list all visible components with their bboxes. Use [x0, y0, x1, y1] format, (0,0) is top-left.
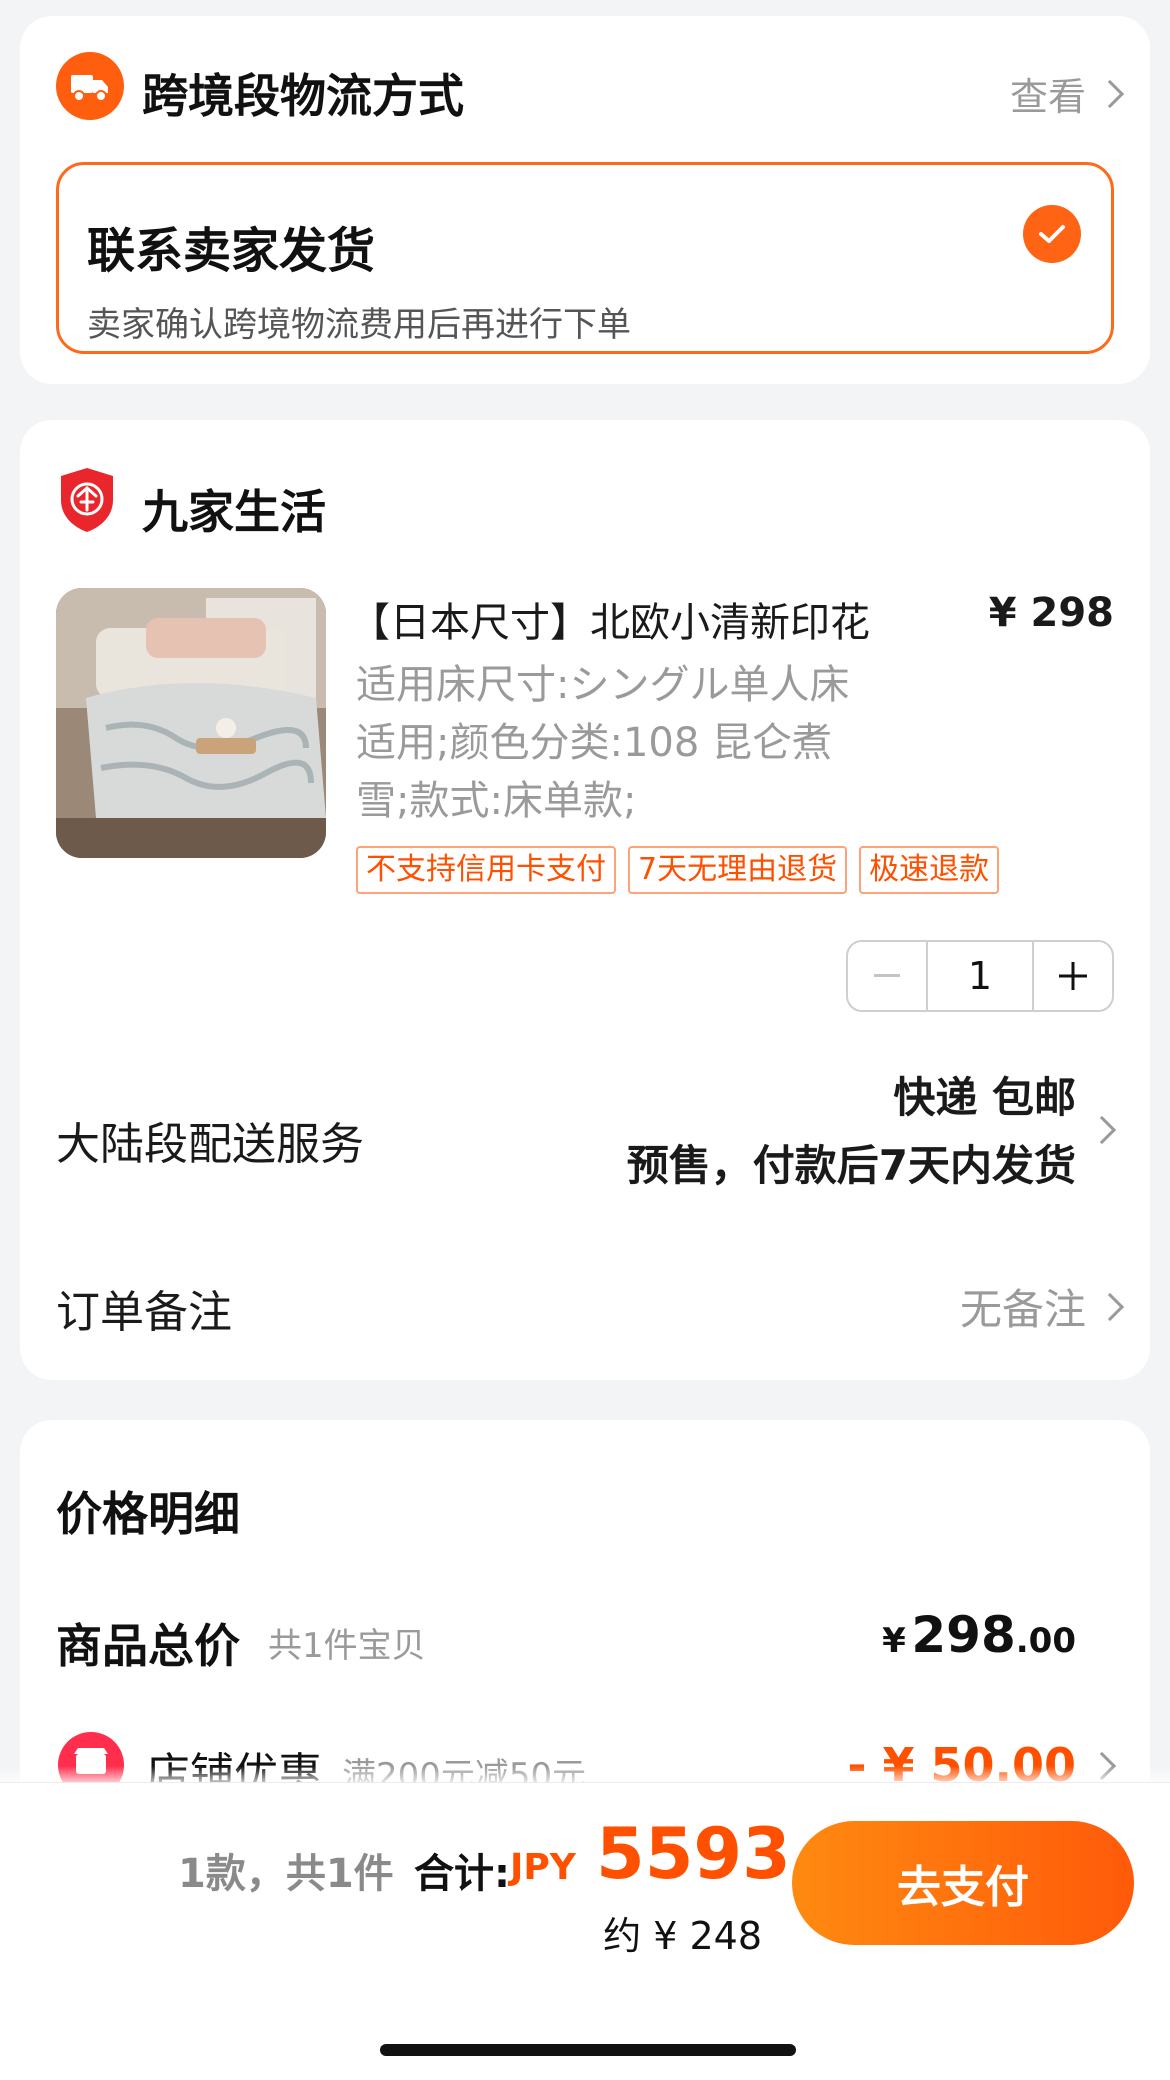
decrease-button[interactable]: [848, 942, 926, 1010]
subtotal-integer: 298: [911, 1606, 1016, 1664]
item-count: 1款，共1件: [178, 1851, 394, 1897]
subtotal-label: 商品总价: [56, 1619, 240, 1673]
home-indicator[interactable]: [380, 2044, 796, 2056]
subtotal-amount: ¥ 298.00: [882, 1606, 1076, 1664]
chevron-right-icon: [1095, 79, 1125, 108]
tag-fast-refund: 极速退款: [859, 846, 1000, 894]
view-logistics-link[interactable]: 查看: [1009, 66, 1125, 121]
subtotal-count: 共1件宝贝: [268, 1626, 426, 1666]
logistics-title: 跨境段物流方式: [142, 69, 464, 123]
quantity-stepper: 1: [846, 940, 1114, 1012]
approx-amount: 约 ¥ 248: [603, 1914, 762, 1958]
order-note-value: 无备注: [959, 1285, 1086, 1334]
tag-7-day-return: 7天无理由退货: [628, 846, 848, 894]
subtotal-decimal: .00: [1015, 1621, 1076, 1661]
sku-line-2: 适用;颜色分类:108 昆仑煮: [356, 720, 833, 766]
delivery-line-1: 快递 包邮: [893, 1073, 1076, 1122]
shop-name[interactable]: 九家生活: [142, 476, 326, 542]
checkout-bar: 1款，共1件 合计: JPY 5593 约 ¥ 248 去支付: [0, 1782, 1170, 2080]
option-title: 联系卖家发货: [87, 223, 376, 279]
price-detail-card: 价格明细 商品总价 共1件宝贝 ¥ 298.00 店铺优惠 满200元减50元 …: [20, 1420, 1150, 1820]
check-icon: [1023, 205, 1081, 263]
contact-seller-option[interactable]: 联系卖家发货 卖家确认跨境物流费用后再进行下单: [56, 162, 1114, 354]
product-image[interactable]: [56, 588, 326, 858]
total-amount: 5593: [596, 1813, 791, 1895]
delivery-label: 大陆段配送服务: [56, 1119, 364, 1170]
increase-button[interactable]: [1034, 942, 1112, 1010]
total-currency: JPY: [510, 1847, 576, 1888]
delivery-line-2: 预售，付款后7天内发货: [626, 1141, 1076, 1190]
view-label: 查看: [1009, 75, 1086, 119]
product-sku[interactable]: 适用床尺寸:シングル单人床 适用;颜色分类:108 昆仑煮 雪;款式:床单款;: [356, 656, 916, 830]
sku-line-1: 适用床尺寸:シングル单人床: [356, 662, 850, 708]
pay-button[interactable]: 去支付: [792, 1821, 1134, 1945]
order-note-label: 订单备注: [56, 1287, 232, 1338]
service-tags: 不支持信用卡支付 7天无理由退货 极速退款: [356, 846, 1000, 894]
sku-line-3: 雪;款式:床单款;: [356, 778, 637, 824]
chevron-right-icon: [1095, 1292, 1125, 1321]
quantity-input[interactable]: 1: [926, 942, 1034, 1010]
tag-no-credit-card: 不支持信用卡支付: [356, 846, 616, 894]
chevron-right-icon[interactable]: [1087, 1115, 1117, 1145]
subtotal-yen: ¥: [882, 1621, 906, 1661]
shop-card: 九家生活 【日本尺寸】北欧小清新印花 ¥ 298 适用床尺寸:シングル单人床 适…: [20, 420, 1150, 1380]
price-detail-title: 价格明细: [56, 1487, 240, 1541]
total-label: 合计:: [414, 1851, 510, 1897]
product-title[interactable]: 【日本尺寸】北欧小清新印花: [350, 590, 990, 648]
enterprise-shield-icon: [58, 466, 116, 534]
truck-icon: [56, 52, 124, 120]
delivery-option[interactable]: 快递 包邮 预售，付款后7天内发货: [627, 1064, 1076, 1200]
logistics-card: 跨境段物流方式 查看 联系卖家发货 卖家确认跨境物流费用后再进行下单: [20, 16, 1150, 384]
product-price: ¥ 298: [988, 590, 1114, 636]
option-description: 卖家确认跨境物流费用后再进行下单: [87, 305, 631, 345]
order-note-field[interactable]: 无备注: [959, 1276, 1125, 1337]
